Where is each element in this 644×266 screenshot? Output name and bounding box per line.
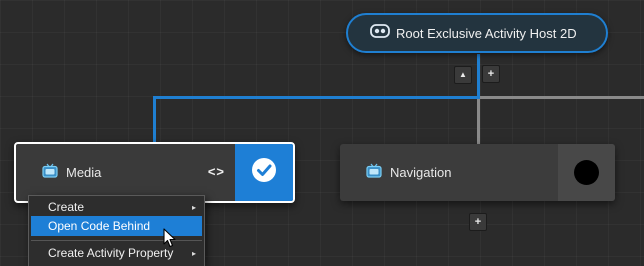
add-child-button[interactable]: + <box>482 65 500 83</box>
mouse-cursor-icon <box>163 228 177 248</box>
navigation-node-toggle[interactable] <box>558 144 615 201</box>
navigation-node-body[interactable]: Navigation <box>340 144 558 201</box>
tv-icon <box>366 163 382 183</box>
check-circle-icon <box>251 157 277 188</box>
menu-item-label: Create <box>48 200 85 214</box>
connector-horizontal-left <box>153 96 480 99</box>
menu-item-create[interactable]: Create ▸ <box>31 197 202 217</box>
media-node-label: Media <box>66 165 102 180</box>
collapse-button[interactable]: ▲ <box>454 66 472 84</box>
collapse-up-icon: ▲ <box>459 70 467 79</box>
connector-horizontal-right <box>480 96 644 99</box>
menu-item-label: Open Code Behind <box>48 219 151 233</box>
activity-host-icon <box>370 23 390 44</box>
context-menu: Create ▸ Open Code Behind Create Activit… <box>28 195 205 266</box>
navigation-node-label: Navigation <box>390 165 452 180</box>
navigation-activity-node[interactable]: Navigation <box>340 144 615 201</box>
media-node-body[interactable]: Media <> <box>16 144 235 201</box>
media-activity-node[interactable]: Media <> <box>14 142 295 203</box>
navigation-add-button[interactable]: + <box>469 213 487 231</box>
connector-root-stub <box>477 54 480 99</box>
unchecked-circle-icon <box>574 160 599 185</box>
add-child-icon: + <box>487 67 495 80</box>
submenu-arrow-icon: ▸ <box>191 248 196 258</box>
root-activity-node[interactable]: Root Exclusive Activity Host 2D <box>346 13 608 53</box>
connector-media-down <box>153 96 156 143</box>
menu-item-label: Create Activity Property <box>48 246 174 260</box>
media-node-check-toggle[interactable] <box>235 144 293 201</box>
submenu-arrow-icon: ▸ <box>191 202 196 212</box>
tv-icon <box>42 163 58 183</box>
root-node-label: Root Exclusive Activity Host 2D <box>396 25 577 41</box>
add-icon: + <box>474 215 482 228</box>
code-behind-icon[interactable]: <> <box>208 164 225 179</box>
